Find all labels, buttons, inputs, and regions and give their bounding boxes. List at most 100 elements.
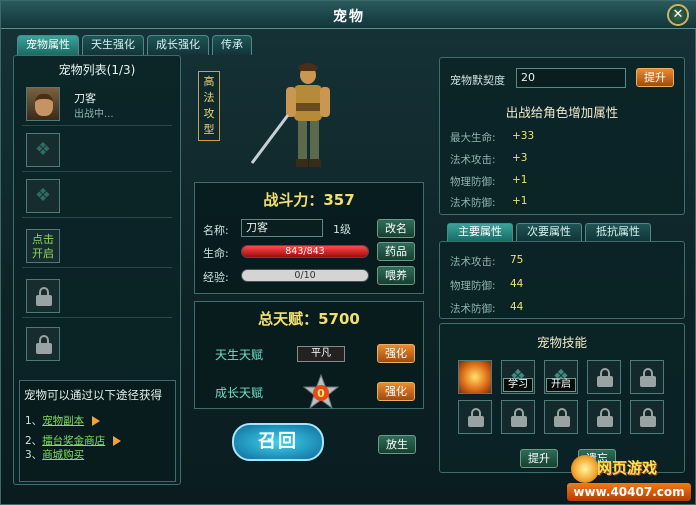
lock-icon: [640, 408, 656, 427]
skill-slot-learn[interactable]: ❖ 学习: [501, 360, 535, 394]
bonus-title: 出战给角色增加属性: [505, 105, 619, 120]
intimacy-label: 宠物默契度: [450, 74, 505, 87]
logo-icon: [571, 455, 599, 483]
locked-skill-slot: [630, 400, 664, 434]
pet-stats-box: 战斗力：357 名称: 刀客 1级 改名 生命: 843/843 药品 经验: …: [194, 182, 424, 294]
pet-level: 1级: [333, 223, 351, 236]
locked-skill-slot: [458, 400, 492, 434]
exp-label: 经验:: [203, 271, 229, 284]
locked-skill-slot: [501, 400, 535, 434]
rune-icon: ❖: [34, 185, 52, 206]
exp-bar: 0/10: [241, 269, 369, 282]
window-title: 宠物: [333, 9, 365, 25]
tab-inheritance[interactable]: 传承: [212, 35, 252, 55]
fire-skill-icon[interactable]: [458, 360, 492, 394]
skill-slot-open[interactable]: ❖ 开启: [544, 360, 578, 394]
lock-icon: [36, 287, 52, 306]
pet-list-item[interactable]: 刀客 出战中...: [22, 84, 172, 126]
obtain-item: 2、擂台奖金商店: [25, 433, 122, 448]
star-icon: 0: [303, 374, 339, 410]
innate-talent-label: 天生天赋: [215, 348, 264, 362]
attr-row: 物理防御: 44: [450, 278, 524, 292]
open-label[interactable]: 开启: [546, 378, 576, 392]
locked-skill-slot: [544, 400, 578, 434]
intimacy-field: 20: [516, 68, 626, 88]
tab-innate-enhance[interactable]: 天生强化: [82, 35, 144, 55]
innate-grade: 平凡: [297, 346, 345, 362]
bonus-row: 物理防御: +1: [450, 174, 528, 188]
lock-icon: [554, 408, 570, 427]
close-icon[interactable]: ✕: [667, 4, 689, 26]
innate-enhance-button[interactable]: 强化: [377, 344, 415, 363]
pet-list-title: 宠物列表(1/3): [58, 63, 136, 77]
unlock-button[interactable]: 点击 开启: [26, 229, 60, 263]
bonus-row: 法术防御: +1: [450, 195, 528, 209]
lock-icon: [36, 335, 52, 354]
talent-box: 总天赋：5700 天生天赋 平凡 强化 成长天赋 0 强化: [194, 301, 424, 410]
locked-slot: [22, 276, 172, 318]
exp-text: 0/10: [294, 270, 316, 281]
pet-name: 刀客: [74, 92, 96, 105]
hp-bar: 843/843: [241, 245, 369, 258]
intimacy-panel: 宠物默契度 20 提升 出战给角色增加属性 最大生命: +33 法术攻击: +3 物…: [439, 57, 685, 215]
tab-pet-attributes[interactable]: 宠物属性: [17, 35, 79, 55]
talent-total: 总天赋：5700: [258, 310, 360, 328]
growth-talent-label: 成长天赋: [215, 386, 264, 400]
combat-power: 战斗力：357: [263, 191, 355, 209]
tab-growth-enhance[interactable]: 成长强化: [147, 35, 209, 55]
attr-row: 法术防御: 44: [450, 301, 524, 315]
skills-panel: 宠物技能 ❖ 学习 ❖ 开启 提升 遗忘: [439, 323, 685, 473]
pet-window: 宠物 ✕ 宠物属性 天生强化 成长强化 传承 宠物列表(1/3) 刀客 出战中.…: [0, 0, 696, 505]
pet-list-item[interactable]: ❖: [22, 176, 172, 218]
pet-dungeon-link[interactable]: 宠物副本: [42, 415, 84, 427]
skills-title: 宠物技能: [536, 335, 587, 350]
potion-button[interactable]: 药品: [377, 242, 415, 261]
title-bar: 宠物 ✕: [1, 1, 696, 29]
pet-type-badge: 高法攻型: [198, 71, 220, 141]
skill-upgrade-button[interactable]: 提升: [520, 449, 558, 468]
lock-icon: [597, 368, 613, 387]
avatar: [26, 87, 60, 121]
attribute-tabs: 主要属性 次要属性 抵抗属性: [447, 223, 651, 241]
pet-list-item[interactable]: ❖: [22, 130, 172, 172]
summon-button[interactable]: 召回: [232, 423, 324, 461]
rune-icon: ❖: [34, 139, 52, 160]
locked-slot-box: [26, 327, 60, 361]
lock-icon: [597, 408, 613, 427]
release-button[interactable]: 放生: [378, 435, 416, 454]
rename-button[interactable]: 改名: [377, 219, 415, 238]
locked-slot-box: [26, 279, 60, 313]
tab-main-attributes[interactable]: 主要属性: [447, 223, 513, 241]
locked-slot: [22, 324, 172, 366]
pet-list-panel: 宠物列表(1/3) 刀客 出战中... ❖ ❖ 点击 开启 宠物可以通过以下途径…: [13, 55, 181, 485]
pet-name-field[interactable]: 刀客: [241, 219, 323, 237]
flag-icon: [113, 436, 122, 446]
pet-detail-panel: 高法攻型 战斗力：357 名称: 刀客 1级 改名 生命: 843/843 药品…: [186, 55, 432, 485]
hp-text: 843/843: [285, 246, 325, 257]
tab-resist-attributes[interactable]: 抵抗属性: [585, 223, 651, 241]
intimacy-upgrade-button[interactable]: 提升: [636, 68, 674, 87]
main-attributes-panel: 法术攻击: 75 物理防御: 44 法术防御: 44: [439, 241, 685, 319]
lock-icon: [640, 368, 656, 387]
tab-secondary-attributes[interactable]: 次要属性: [516, 223, 582, 241]
pet-character-model: [250, 63, 330, 167]
obtain-title: 宠物可以通过以下途径获得: [24, 388, 162, 402]
learn-label[interactable]: 学习: [503, 378, 533, 392]
mall-link[interactable]: 商城购买: [42, 449, 84, 461]
arena-shop-link[interactable]: 擂台奖金商店: [42, 435, 105, 447]
empty-slot: ❖: [26, 133, 60, 167]
locked-skill-slot: [587, 360, 621, 394]
lock-icon: [511, 408, 527, 427]
feed-button[interactable]: 喂养: [377, 266, 415, 285]
bonus-row: 法术攻击: +3: [450, 152, 528, 166]
unlock-slot[interactable]: 点击 开启: [22, 226, 172, 268]
empty-slot: ❖: [26, 179, 60, 213]
hp-label: 生命:: [203, 247, 229, 260]
growth-star-value: 0: [317, 387, 325, 400]
lock-icon: [468, 408, 484, 427]
bonus-row: 最大生命: +33: [450, 130, 535, 144]
obtain-ways-box: 宠物可以通过以下途径获得 1、宠物副本 2、擂台奖金商店 3、商城购买: [19, 380, 176, 482]
obtain-item: 1、宠物副本: [25, 413, 101, 428]
obtain-item: 3、商城购买: [25, 449, 85, 461]
growth-enhance-button[interactable]: 强化: [377, 382, 415, 401]
